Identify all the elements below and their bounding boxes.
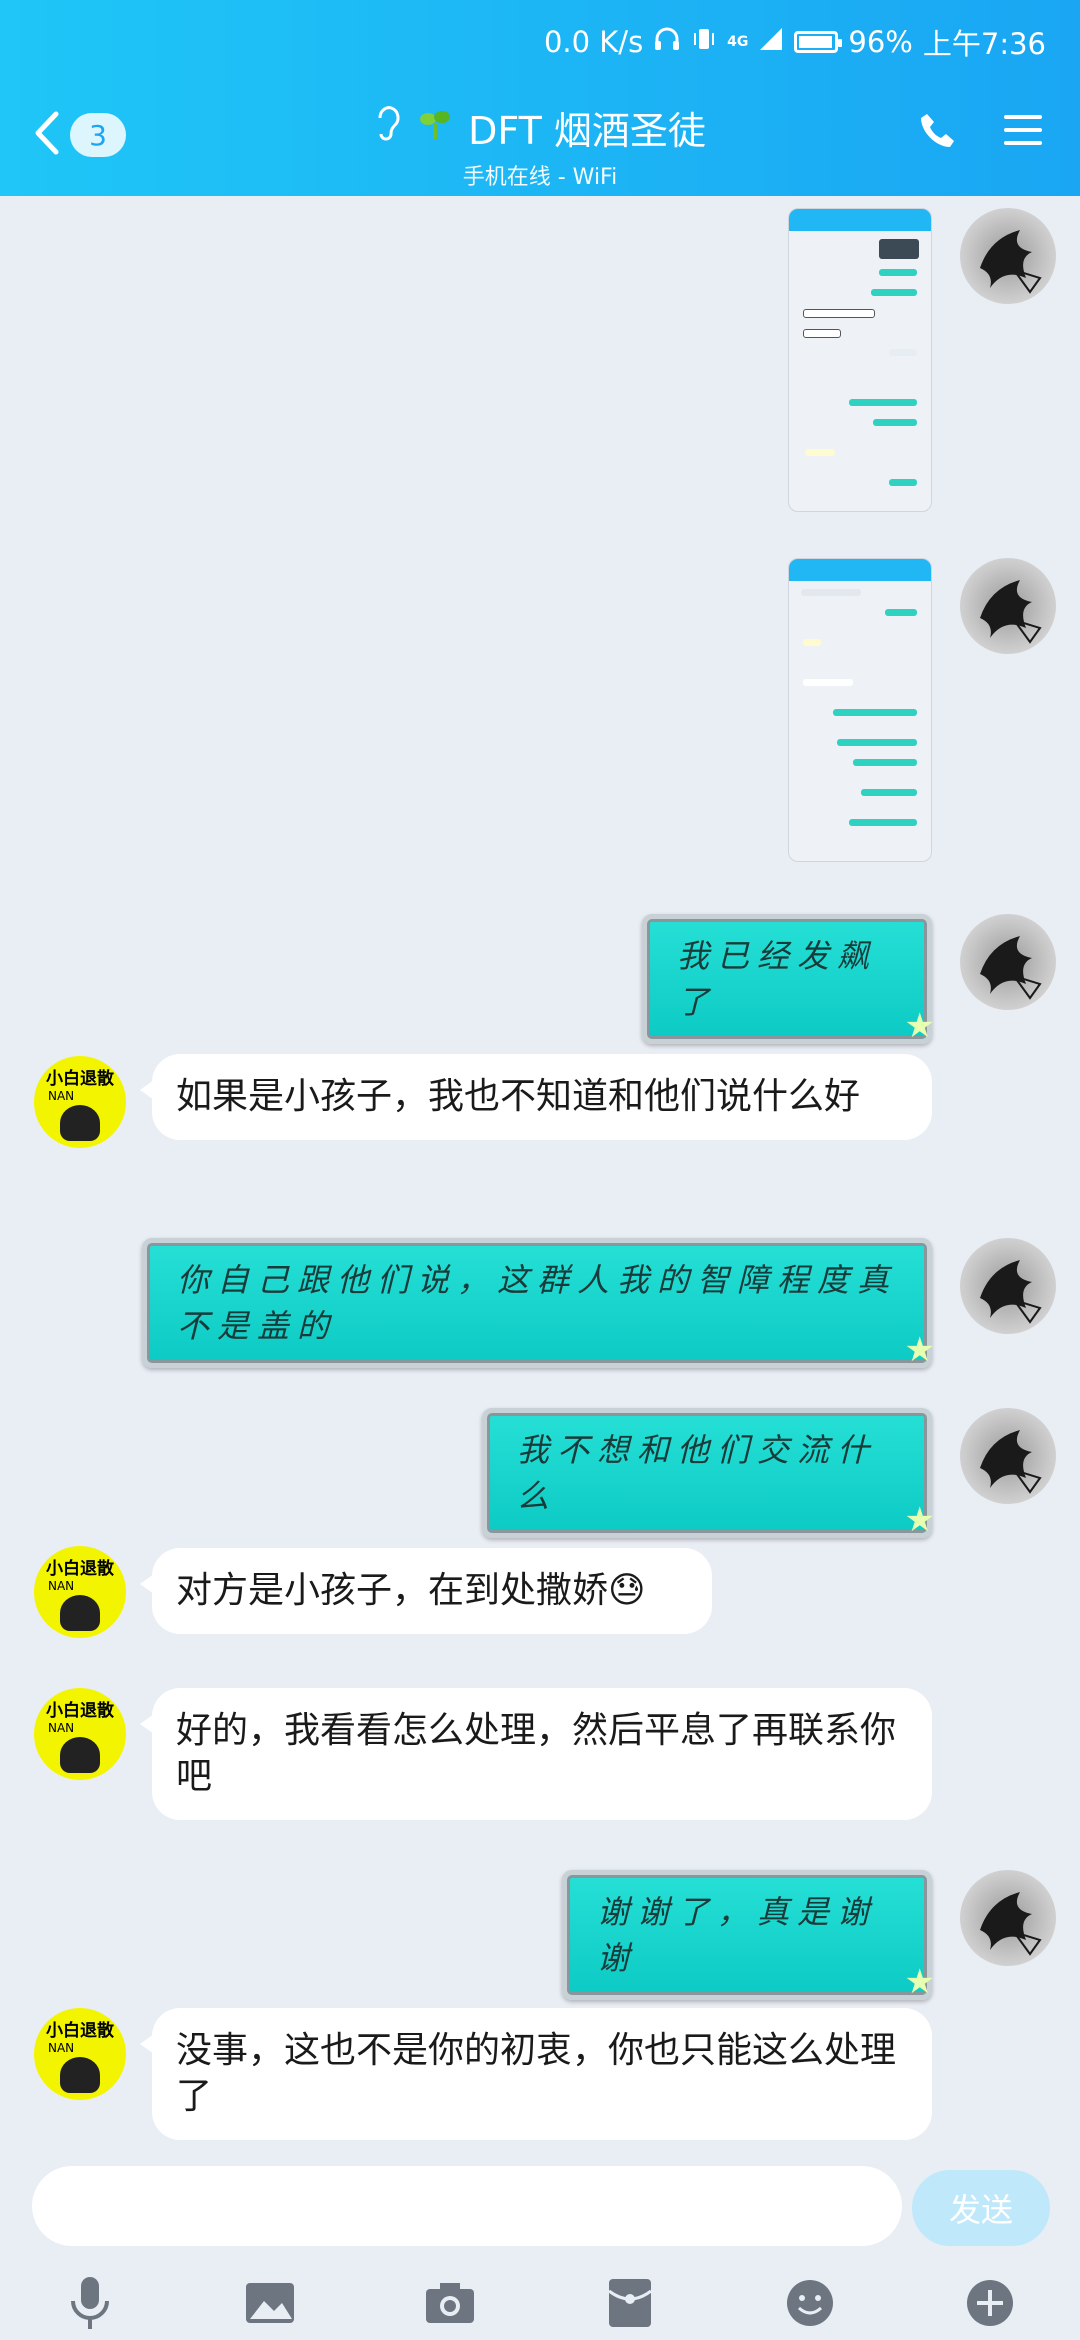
network-label: 4G	[727, 34, 749, 50]
contact-avatar[interactable]: 小白退散 NAN	[34, 1056, 126, 1148]
message-text: 我不想和他们交流什么	[517, 1431, 878, 1515]
chat-title: DFT 烟酒圣徒	[468, 109, 706, 153]
raven-avatar[interactable]	[960, 1870, 1056, 1966]
ear-icon	[374, 104, 402, 151]
message-text: 谢谢了，真是谢谢	[597, 1893, 878, 1977]
message-bubble-right[interactable]: 谢谢了，真是谢谢 ★	[562, 1870, 935, 2002]
contact-avatar[interactable]: 小白退散 NAN	[34, 1546, 126, 1638]
message-bubble-left[interactable]: 没事，这也不是你的初衷，你也只能这么处理了	[140, 2008, 932, 2140]
star-icon: ★	[904, 1006, 935, 1046]
message-bubble-left[interactable]: 好的，我看看怎么处理，然后平息了再联系你吧	[140, 1688, 932, 1820]
raven-avatar[interactable]	[960, 558, 1056, 654]
online-status: 手机在线 - WiFi	[462, 165, 618, 190]
clock: 上午7:36	[922, 27, 1046, 61]
signal-icon	[758, 25, 784, 59]
camera-icon[interactable]	[420, 2273, 480, 2333]
battery-icon	[794, 31, 843, 53]
message-input[interactable]	[32, 2166, 902, 2246]
raven-avatar[interactable]	[960, 914, 1056, 1010]
message-list[interactable]: 我已经发飙了 ★ 小白退散 NAN 如果是小孩子，我也不知道和他们说什么好 你自…	[0, 196, 1080, 2166]
raven-avatar[interactable]	[960, 1408, 1056, 1504]
plus-icon[interactable]	[960, 2273, 1020, 2333]
phone-icon[interactable]	[918, 110, 958, 154]
message-bubble-left[interactable]: 对方是小孩子，在到处撒娇😓	[140, 1548, 712, 1634]
raven-avatar[interactable]	[960, 1238, 1056, 1334]
star-icon: ★	[904, 1500, 935, 1540]
sprout-icon	[418, 106, 452, 150]
battery-percent: 96%	[848, 25, 913, 59]
contact-avatar[interactable]: 小白退散 NAN	[34, 2008, 126, 2100]
cat-icon	[60, 1737, 100, 1773]
status-bar: 0.0 K/s 4G 96% 上午7:36	[544, 20, 1046, 64]
message-bubble-right[interactable]: 你自己跟他们说，这群人我的智障程度真不是盖的 ★	[142, 1238, 935, 1370]
image-message-screenshot[interactable]	[788, 558, 932, 862]
raven-avatar[interactable]	[960, 208, 1056, 304]
message-text: 你自己跟他们说，这群人我的智障程度真不是盖的	[177, 1261, 898, 1345]
send-button[interactable]: 发送	[912, 2170, 1050, 2246]
image-icon[interactable]	[240, 2273, 300, 2333]
cat-icon	[60, 2057, 100, 2093]
emoji-icon[interactable]	[780, 2273, 840, 2333]
red-packet-icon[interactable]	[600, 2273, 660, 2333]
star-icon: ★	[904, 1962, 935, 2002]
cat-icon	[60, 1105, 100, 1141]
cat-icon	[60, 1595, 100, 1631]
star-icon: ★	[904, 1330, 935, 1370]
chat-header: 0.0 K/s 4G 96% 上午7:36 3 DFT 烟酒圣徒 手机在线 - …	[0, 0, 1080, 196]
headphone-icon	[653, 25, 681, 60]
message-bubble-right[interactable]: 我不想和他们交流什么 ★	[482, 1408, 935, 1540]
message-bubble-right[interactable]: 我已经发飙了 ★	[642, 914, 935, 1046]
net-speed: 0.0 K/s	[543, 25, 644, 59]
message-text: 我已经发飙了	[677, 937, 878, 1021]
message-bubble-left[interactable]: 如果是小孩子，我也不知道和他们说什么好	[140, 1054, 932, 1140]
microphone-icon[interactable]	[60, 2273, 120, 2333]
contact-avatar[interactable]: 小白退散 NAN	[34, 1688, 126, 1780]
image-message-screenshot[interactable]	[788, 208, 932, 512]
menu-icon[interactable]	[1002, 112, 1044, 152]
composer-toolbar	[0, 2266, 1080, 2340]
vibrate-icon	[691, 25, 717, 60]
composer: 发送	[0, 2166, 1080, 2340]
